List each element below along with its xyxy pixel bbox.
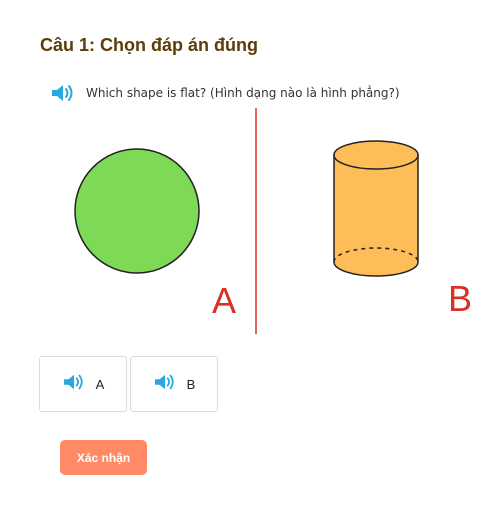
option-b-button[interactable]: B xyxy=(130,356,218,412)
speaker-icon[interactable] xyxy=(62,372,86,396)
question-prompt: Which shape is flat? (Hình dạng nào là h… xyxy=(86,86,400,100)
question-title: Câu 1: Chọn đáp án đúng xyxy=(40,35,258,55)
speaker-icon[interactable] xyxy=(153,372,177,396)
option-a-button[interactable]: A xyxy=(39,356,127,412)
confirm-button[interactable]: Xác nhận xyxy=(60,440,147,475)
speaker-icon[interactable] xyxy=(50,82,76,104)
option-label: B xyxy=(186,376,196,392)
label-b: B xyxy=(448,278,472,319)
cylinder-shape xyxy=(333,140,419,277)
option-label: A xyxy=(95,376,105,392)
label-a: A xyxy=(212,280,236,321)
question-row: Which shape is flat? (Hình dạng nào là h… xyxy=(50,82,400,104)
circle-shape xyxy=(74,148,200,274)
